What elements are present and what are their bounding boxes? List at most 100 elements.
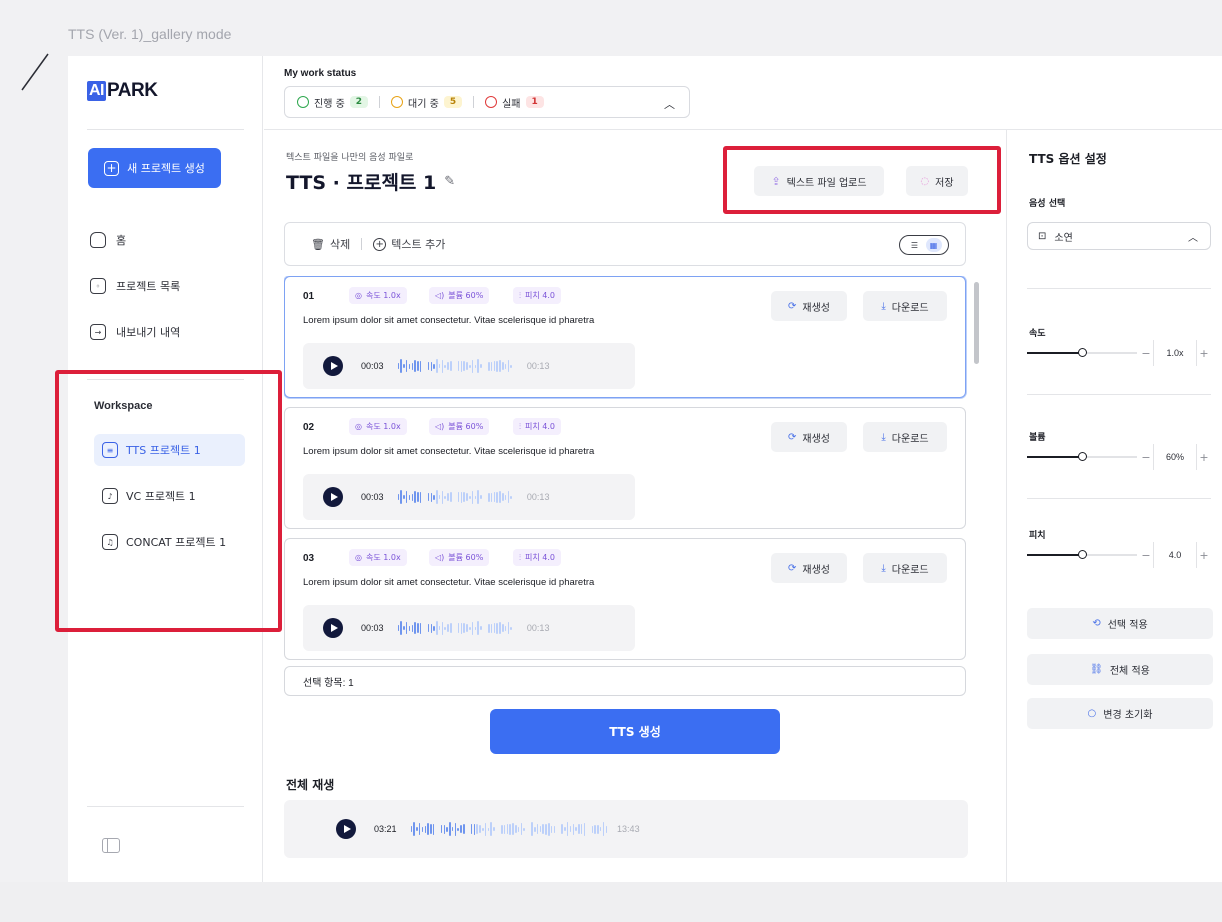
minus-icon[interactable]: − [1139, 451, 1153, 464]
regenerate-button[interactable]: ⟳ 재생성 [771, 553, 847, 583]
sidebar-item-project-list[interactable]: ◦ 프로젝트 목록 [90, 278, 180, 294]
waveform-bar [520, 823, 523, 835]
volume-tag: ◁) 볼륨 60% [429, 549, 490, 566]
sidebar-item-export-history[interactable]: → 내보내기 내역 [90, 324, 180, 340]
play-icon[interactable] [323, 487, 343, 507]
volume-slider[interactable] [1027, 452, 1137, 461]
waveform-bar [408, 363, 411, 369]
card-text[interactable]: Lorem ipsum dolor sit amet consectetur. … [303, 446, 594, 457]
waveform-bar [405, 360, 408, 372]
plus-icon[interactable]: + [1197, 549, 1211, 562]
view-mode-toggle[interactable]: ☰ ▦ [899, 235, 949, 255]
waveform-bar [460, 491, 463, 503]
play-icon[interactable] [323, 356, 343, 376]
waveform-bar [564, 827, 566, 831]
regenerate-button[interactable]: ⟳ 재생성 [771, 422, 847, 452]
waveform-bar [432, 823, 435, 835]
speed-slider[interactable] [1027, 348, 1137, 357]
waveform[interactable] [397, 359, 517, 373]
slider-knob[interactable] [1078, 452, 1087, 461]
sidebar-item-home[interactable]: 홈 [90, 232, 126, 248]
sidebar-toggle-icon[interactable] [102, 838, 120, 853]
volume-stepper[interactable]: − 60% + [1139, 444, 1211, 470]
regenerate-button[interactable]: ⟳ 재생성 [771, 291, 847, 321]
waveform-bar [454, 822, 457, 836]
delete-button[interactable]: 🗑 삭제 [311, 236, 350, 252]
waveform-bar [487, 827, 490, 831]
volume-label: 볼륨 [1029, 433, 1046, 443]
waveform-bar [496, 622, 498, 634]
slider-knob[interactable] [1078, 348, 1087, 357]
text-card[interactable]: 02 ◎ 속도 1.0x ◁) 볼륨 60% ⫶ 피치 4.0 Lorem ipsum… [284, 407, 966, 529]
pencil-icon[interactable]: ✎ [444, 174, 455, 189]
apply-all-label: 전체 적용 [1109, 666, 1150, 677]
waveform-bar [572, 823, 575, 835]
minus-icon[interactable]: − [1139, 347, 1153, 360]
apply-selected-button[interactable]: ⟲ 선택 적용 [1027, 608, 1213, 639]
play-icon[interactable] [323, 618, 343, 638]
pitch-stepper[interactable]: − 4.0 + [1139, 542, 1211, 568]
plus-icon[interactable]: + [1197, 451, 1211, 464]
workspace-item-label: VC 프로젝트 1 [126, 490, 196, 503]
waveform-bar [510, 364, 512, 368]
add-text-button[interactable]: + 텍스트 추가 [373, 236, 445, 252]
plus-icon[interactable]: + [1197, 347, 1211, 360]
text-card[interactable]: 03 ◎ 속도 1.0x ◁) 볼륨 60% ⫶ 피치 4.0 Lorem ipsum… [284, 538, 966, 660]
waveform-bar [488, 492, 490, 502]
download-button[interactable]: ⤓ 다운로드 [863, 291, 947, 321]
waveform-bar [463, 824, 465, 834]
tts-generate-button[interactable]: TTS 생성 [490, 709, 780, 754]
work-status-dropdown[interactable]: 진행 중 2 대기 중 5 실패 1 ︿ [284, 86, 690, 118]
logo-ai: AI [87, 81, 106, 101]
waveform-bar [482, 827, 484, 831]
apply-all-button[interactable]: ⛓ 전체 적용 [1027, 654, 1213, 685]
waveform-bar [575, 827, 577, 831]
minus-icon[interactable]: − [1139, 549, 1153, 562]
play-icon[interactable] [336, 819, 356, 839]
workspace-item-label: TTS 프로젝트 1 [126, 444, 201, 457]
gallery-view-icon[interactable]: ▦ [925, 238, 942, 252]
waveform[interactable] [397, 490, 517, 504]
status-failed: 실패 1 [485, 95, 544, 110]
status-waiting: 대기 중 5 [391, 95, 463, 110]
waveform-bar [474, 626, 477, 630]
waveform[interactable] [410, 822, 608, 836]
status-label: 대기 중 [408, 98, 439, 110]
card-text[interactable]: Lorem ipsum dolor sit amet consectetur. … [303, 315, 594, 326]
download-button[interactable]: ⤓ 다운로드 [863, 553, 947, 583]
download-button[interactable]: ⤓ 다운로드 [863, 422, 947, 452]
waveform-bar [507, 360, 510, 372]
list-view-icon[interactable]: ☰ [907, 238, 923, 252]
waveform-bar [403, 626, 405, 630]
waveform-bar [471, 490, 474, 504]
card-text[interactable]: Lorem ipsum dolor sit amet consectetur. … [303, 577, 594, 588]
chevron-up-icon: ︿ [1188, 233, 1198, 244]
waveform-bar [441, 621, 444, 635]
total-time: 00:13 [526, 361, 550, 371]
waveform[interactable] [397, 621, 517, 635]
waveform-bar [496, 360, 498, 372]
apply-icon: ⟲ [1092, 618, 1101, 629]
list-toolbar: 🗑 삭제 + 텍스트 추가 ☰ ▦ [284, 222, 966, 266]
upload-icon: ⇪ [771, 174, 781, 188]
waveform-bar [436, 490, 438, 504]
waveform-bar [502, 362, 504, 370]
workspace-item-vc[interactable]: ♪ VC 프로젝트 1 [94, 480, 245, 512]
waveform-bar [488, 623, 490, 633]
speed-stepper[interactable]: − 1.0x + [1139, 340, 1211, 366]
pitch-slider[interactable] [1027, 550, 1137, 559]
text-card[interactable]: 01 ◎ 속도 1.0x ◁) 볼륨 60% ⫶ 피치 4.0 Lorem ipsum… [284, 276, 966, 398]
scrollbar-thumb[interactable] [974, 282, 979, 364]
waveform-bar [419, 622, 422, 634]
waveform-bar [512, 823, 514, 835]
waveform-bar [605, 825, 608, 833]
workspace-item-tts[interactable]: ≡ TTS 프로젝트 1 [94, 434, 245, 466]
workspace-item-concat[interactable]: ♫ CONCAT 프로젝트 1 [94, 526, 245, 558]
voice-select[interactable]: ⊡ 소연 ︿ [1027, 222, 1211, 250]
upload-text-file-button[interactable]: ⇪ 텍스트 파일 업로드 [754, 166, 884, 196]
save-button[interactable]: ◌ 저장 [906, 166, 968, 196]
reset-changes-button[interactable]: ○ 변경 초기화 [1027, 698, 1213, 729]
slider-knob[interactable] [1078, 550, 1087, 559]
new-project-button[interactable]: + 새 프로젝트 생성 [88, 148, 221, 188]
voice-file-icon: ♪ [102, 488, 118, 504]
